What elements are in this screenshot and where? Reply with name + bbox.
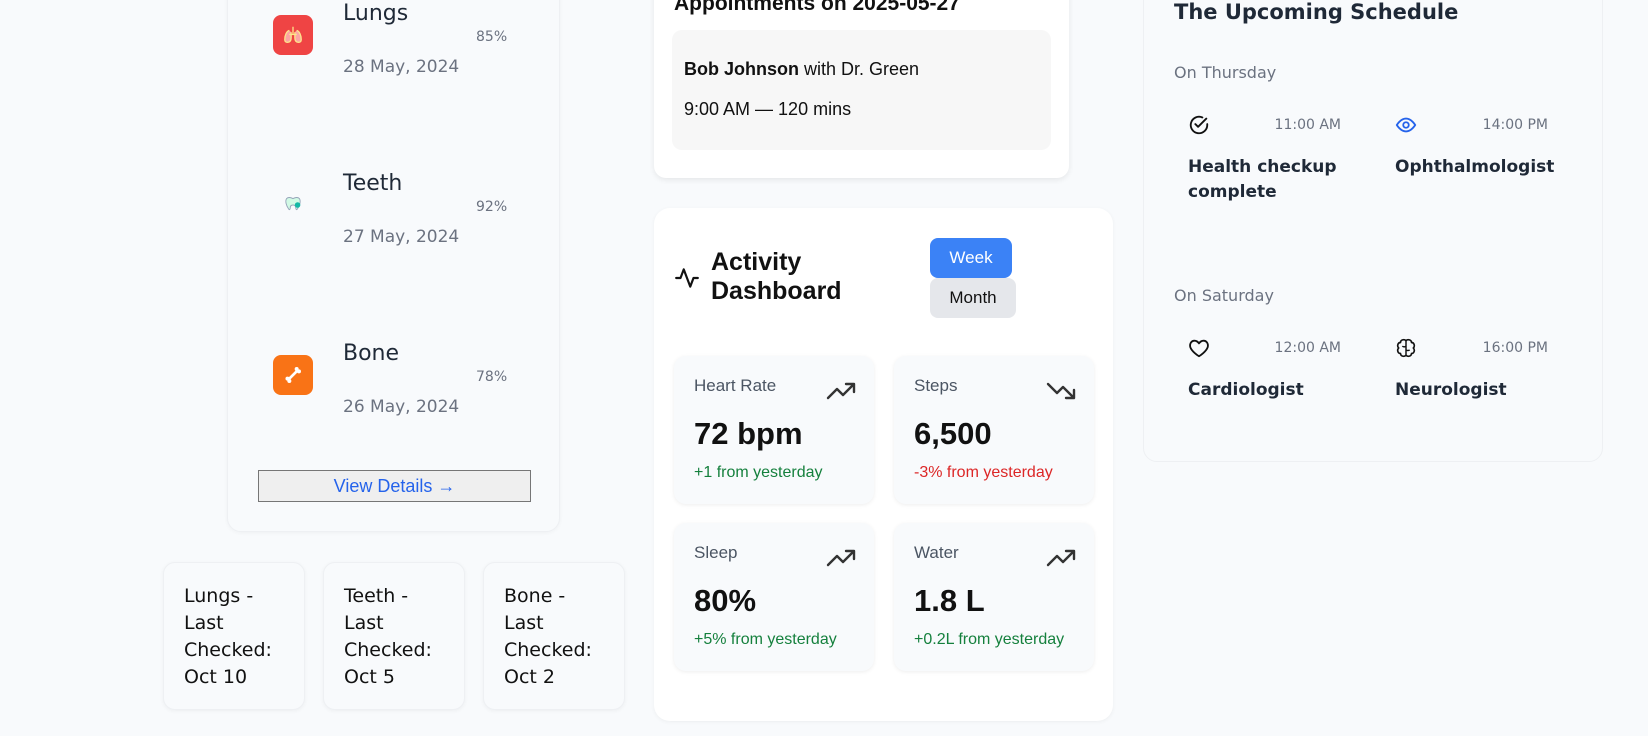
- organ-name: Teeth: [343, 171, 403, 196]
- schedule-time: 12:00 AM: [1274, 340, 1341, 356]
- organ-row-lungs[interactable]: Lungs 85% 28 May, 2024: [228, 1, 561, 81]
- schedule-item-label[interactable]: Health checkup complete: [1188, 155, 1348, 205]
- metric-value: 6,500: [914, 416, 992, 451]
- upcoming-schedule-card: The Upcoming Schedule On Thursday 11:00 …: [1143, 0, 1603, 462]
- appointment-patient-line: Bob Johnson with Dr. Green: [684, 59, 919, 80]
- month-toggle-button[interactable]: Month: [930, 278, 1016, 318]
- bone-icon: [273, 355, 313, 395]
- water-metric-card: Water 1.8 L +0.2L from yesterday: [894, 523, 1094, 671]
- organ-date: 27 May, 2024: [343, 227, 460, 247]
- metric-label: Sleep: [694, 543, 738, 562]
- last-checked-card: Teeth - Last Checked: Oct 5: [323, 562, 465, 710]
- schedule-item-label[interactable]: Ophthalmologist: [1395, 155, 1555, 180]
- organ-percent: 85%: [476, 29, 508, 45]
- trending-up-icon: [826, 382, 856, 400]
- view-details-button[interactable]: View Details →: [258, 470, 531, 502]
- schedule-item-label[interactable]: Cardiologist: [1188, 378, 1348, 403]
- organ-name: Lungs: [343, 1, 409, 26]
- heart-rate-metric-card: Heart Rate 72 bpm +1 from yesterday: [674, 356, 874, 504]
- schedule-day-label: On Thursday: [1174, 63, 1277, 82]
- last-checked-card: Bone - Last Checked: Oct 2: [483, 562, 625, 710]
- trending-up-icon: [826, 549, 856, 567]
- heart-icon: [1189, 339, 1209, 358]
- activity-title: Activity Dashboard: [711, 248, 842, 305]
- metric-change: +1 from yesterday: [694, 464, 823, 481]
- metric-change: +0.2L from yesterday: [914, 631, 1065, 648]
- schedule-time: 14:00 PM: [1482, 117, 1548, 133]
- metric-label: Heart Rate: [694, 376, 777, 395]
- week-toggle-button[interactable]: Week: [930, 238, 1012, 278]
- appointment-item[interactable]: Bob Johnson with Dr. Green 9:00 AM — 120…: [672, 30, 1051, 150]
- appointment-doctor: with Dr. Green: [799, 59, 920, 79]
- organ-name: Bone: [343, 341, 400, 366]
- metric-value: 80%: [694, 583, 757, 618]
- brain-icon: [1396, 338, 1416, 358]
- organ-date: 26 May, 2024: [343, 397, 460, 417]
- schedule-time: 16:00 PM: [1482, 340, 1548, 356]
- trending-down-icon: [1046, 382, 1076, 400]
- metric-change: -3% from yesterday: [914, 464, 1053, 481]
- eye-icon: [1395, 117, 1417, 133]
- check-circle-icon: [1189, 115, 1209, 135]
- appointments-title: Appointments on 2025-05-27: [674, 0, 960, 15]
- schedule-time: 11:00 AM: [1274, 117, 1341, 133]
- sleep-metric-card: Sleep 80% +5% from yesterday: [674, 523, 874, 671]
- organ-row-teeth[interactable]: Teeth 92% 27 May, 2024: [228, 171, 561, 251]
- organ-health-card: Lungs 85% 28 May, 2024 Teeth 92% 27 May,…: [227, 0, 560, 532]
- metric-label: Steps: [914, 376, 958, 395]
- activity-dashboard-card: Activity Dashboard Week Month Heart Rate…: [654, 208, 1113, 721]
- appointment-patient: Bob Johnson: [684, 59, 799, 79]
- metric-value: 72 bpm: [694, 416, 803, 451]
- organ-percent: 92%: [476, 199, 508, 215]
- last-checked-card: Lungs - Last Checked: Oct 10: [163, 562, 305, 710]
- appointment-time: 9:00 AM — 120 mins: [684, 99, 852, 119]
- metric-change: +5% from yesterday: [694, 631, 837, 648]
- activity-icon: [675, 268, 699, 288]
- steps-metric-card: Steps 6,500 -3% from yesterday: [894, 356, 1094, 504]
- metric-label: Water: [914, 543, 959, 562]
- schedule-item-label[interactable]: Neurologist: [1395, 378, 1555, 403]
- organ-percent: 78%: [476, 369, 508, 385]
- organ-row-bone[interactable]: Bone 78% 26 May, 2024: [228, 341, 561, 421]
- tooth-icon: [273, 185, 313, 225]
- schedule-title: The Upcoming Schedule: [1174, 0, 1459, 24]
- organ-date: 28 May, 2024: [343, 57, 460, 77]
- appointments-card: Appointments on 2025-05-27 Bob Johnson w…: [654, 0, 1069, 178]
- lungs-icon: [273, 15, 313, 55]
- trending-up-icon: [1046, 549, 1076, 567]
- schedule-day-label: On Saturday: [1174, 286, 1274, 305]
- metric-value: 1.8 L: [914, 583, 985, 618]
